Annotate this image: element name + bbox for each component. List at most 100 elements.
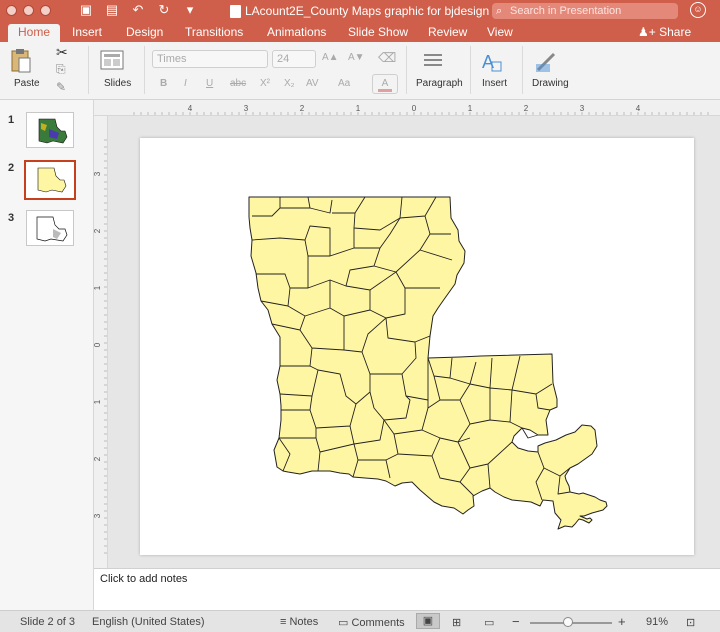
font-name-field[interactable]: Times xyxy=(152,50,268,68)
slide-1-map-preview xyxy=(38,118,68,144)
slide-number: 2 xyxy=(8,162,15,174)
subscript-icon[interactable]: X₂ xyxy=(284,78,295,89)
ruler-label: 0 xyxy=(94,342,102,347)
search-placeholder: Search in Presentation xyxy=(510,5,622,17)
insert-button[interactable]: Insert xyxy=(482,78,507,89)
undo-icon[interactable]: ↶ xyxy=(130,2,146,18)
ruler-label: 1 xyxy=(356,104,361,113)
zoom-out-button[interactable]: − xyxy=(512,614,520,629)
slide-2-map-preview xyxy=(37,167,67,193)
slide-number: 1 xyxy=(8,114,15,126)
feedback-smiley-icon[interactable]: ☺ xyxy=(690,2,706,18)
ruler-label: 3 xyxy=(94,513,102,518)
ribbon-divider xyxy=(144,46,145,94)
clear-formatting-icon[interactable]: ⌫ xyxy=(378,50,396,66)
ruler-label: 2 xyxy=(524,104,529,113)
cut-icon[interactable]: ✂ xyxy=(56,44,68,61)
ruler-label: 2 xyxy=(94,228,102,233)
fit-to-window-icon[interactable]: ⊡ xyxy=(686,616,695,629)
notes-field[interactable]: Click to add notes xyxy=(94,568,720,610)
add-person-icon: ♟+ xyxy=(638,25,656,39)
paste-button[interactable]: Paste xyxy=(14,78,40,89)
zoom-level[interactable]: 91% xyxy=(646,616,668,628)
slides-button[interactable]: Slides xyxy=(104,78,131,89)
tab-home[interactable]: Home xyxy=(8,24,61,42)
search-icon: ⌕ xyxy=(496,5,503,17)
strikethrough-icon[interactable]: abc xyxy=(230,78,246,89)
close-window-button[interactable] xyxy=(6,5,17,16)
save-icon[interactable]: ▤ xyxy=(104,2,120,18)
ruler-label: 3 xyxy=(94,171,102,176)
normal-view-icon[interactable]: ▣ xyxy=(416,613,440,629)
title-bar: ▣ ▤ ↶ ↻ ▾ LAcount2E_County Maps graphic … xyxy=(0,0,720,22)
notes-toggle-button[interactable]: ≡ Notes xyxy=(280,616,318,628)
share-button[interactable]: ♟+ Share xyxy=(638,25,691,39)
font-color-swatch xyxy=(378,89,392,92)
ruler-label: 4 xyxy=(636,104,641,113)
slide-counter: Slide 2 of 3 xyxy=(20,616,76,628)
font-size-field[interactable]: 24 xyxy=(272,50,316,68)
ruler-label: 0 xyxy=(412,104,417,113)
decrease-font-size-icon[interactable]: A▼ xyxy=(348,52,365,63)
change-case-icon[interactable]: Aa xyxy=(338,78,350,89)
slide-thumbnail-3[interactable] xyxy=(26,210,74,246)
slide-number: 3 xyxy=(8,212,15,224)
format-painter-icon[interactable]: ✎ xyxy=(56,80,66,94)
ribbon-divider xyxy=(522,46,523,94)
copy-icon[interactable]: ⎘ xyxy=(56,62,66,77)
ruler-label: 2 xyxy=(94,456,102,461)
customize-dropdown-icon[interactable]: ▾ xyxy=(182,2,198,18)
character-spacing-icon[interactable]: AV xyxy=(306,78,319,89)
status-bar: Slide 2 of 3 English (United States) ≡ N… xyxy=(0,610,720,632)
zoom-in-button[interactable]: + xyxy=(618,614,626,629)
sidebar-toggle-icon[interactable]: ▣ xyxy=(78,2,94,18)
bold-icon[interactable]: B xyxy=(160,78,167,89)
comments-button[interactable]: ▭ Comments xyxy=(338,616,405,629)
window-controls xyxy=(6,5,51,16)
slide-2[interactable] xyxy=(140,138,694,555)
tab-design[interactable]: Design xyxy=(126,24,163,42)
ribbon-divider xyxy=(406,46,407,94)
document-icon xyxy=(230,4,241,18)
notes-placeholder: Click to add notes xyxy=(100,573,188,585)
share-label: Share xyxy=(659,25,692,39)
slide-thumbnail-1[interactable] xyxy=(26,112,74,148)
redo-icon[interactable]: ↻ xyxy=(156,2,172,18)
tab-review[interactable]: Review xyxy=(428,24,467,42)
document-title-text: LAcount2E_County Maps graphic for bjdesi… xyxy=(245,4,490,18)
vertical-ruler-ticks: 3 2 1 0 1 2 3 xyxy=(93,139,107,554)
paragraph-button[interactable]: Paragraph xyxy=(416,78,463,89)
minimize-window-button[interactable] xyxy=(23,5,34,16)
tab-animations[interactable]: Animations xyxy=(267,24,326,42)
search-input[interactable]: ⌕ Search in Presentation xyxy=(492,3,678,19)
zoom-window-button[interactable] xyxy=(40,5,51,16)
tab-slide-show[interactable]: Slide Show xyxy=(348,24,408,42)
tab-transitions[interactable]: Transitions xyxy=(185,24,243,42)
ruler-label: 1 xyxy=(468,104,473,113)
font-color-icon[interactable]: A xyxy=(372,74,398,94)
superscript-icon[interactable]: X² xyxy=(260,78,270,89)
vertical-ruler[interactable]: 3 2 1 0 1 2 3 xyxy=(93,116,108,568)
language-indicator[interactable]: English (United States) xyxy=(92,616,205,628)
italic-icon[interactable]: I xyxy=(184,78,187,89)
slide-sorter-view-icon[interactable]: ⊞ xyxy=(452,616,461,629)
insert-shapes-icon: A xyxy=(482,52,502,72)
slide-thumbnail-pane: 1 2 3 xyxy=(0,100,94,610)
ribbon-divider xyxy=(88,46,89,94)
ruler-label: 3 xyxy=(244,104,249,113)
zoom-slider-handle[interactable] xyxy=(563,617,573,627)
document-title: LAcount2E_County Maps graphic for bjdesi… xyxy=(230,4,489,18)
tab-insert[interactable]: Insert xyxy=(72,24,102,42)
drawing-button[interactable]: Drawing xyxy=(532,78,569,89)
horizontal-ruler[interactable]: 4 3 2 1 0 1 2 3 4 xyxy=(94,100,720,116)
new-slide-icon xyxy=(100,50,124,70)
louisiana-county-map[interactable] xyxy=(140,138,694,555)
ruler-label: 1 xyxy=(94,285,102,290)
reading-view-icon[interactable]: ▭ xyxy=(484,616,494,629)
paste-icon xyxy=(11,49,31,73)
increase-font-size-icon[interactable]: A▲ xyxy=(322,52,339,63)
slide-thumbnail-2[interactable] xyxy=(24,160,76,200)
ribbon-divider xyxy=(470,46,471,94)
underline-icon[interactable]: U xyxy=(206,78,213,89)
tab-view[interactable]: View xyxy=(487,24,513,42)
